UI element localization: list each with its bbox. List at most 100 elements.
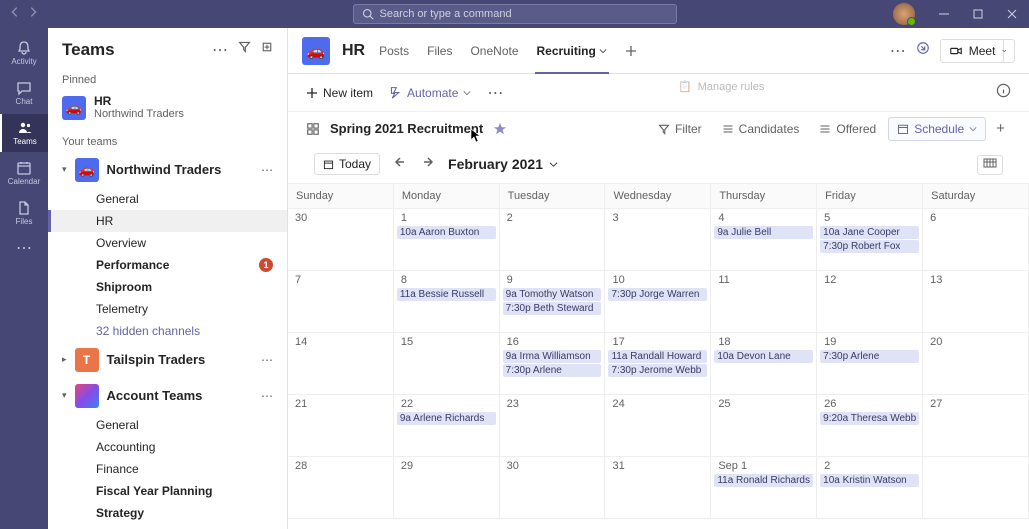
info-icon[interactable] bbox=[996, 83, 1011, 103]
calendar-day[interactable]: 6 bbox=[923, 209, 1029, 271]
calendar-day[interactable]: 229a Arlene Richards bbox=[394, 395, 500, 457]
maximize-button[interactable] bbox=[961, 0, 995, 28]
calendar-day[interactable]: 49a Julie Bell bbox=[711, 209, 817, 271]
calendar-day[interactable]: 20 bbox=[923, 333, 1029, 395]
tab-recruiting[interactable]: Recruiting bbox=[535, 28, 610, 74]
channel-item[interactable]: General bbox=[48, 414, 287, 436]
today-button[interactable]: Today bbox=[314, 153, 380, 175]
rail-activity[interactable]: Activity bbox=[0, 34, 48, 72]
calendar-day[interactable]: 31 bbox=[605, 457, 711, 519]
channel-item[interactable]: Finance bbox=[48, 458, 287, 480]
calendar-day[interactable]: 210a Kristin Watson bbox=[817, 457, 923, 519]
team-northwind[interactable]: ▾ 🚗 Northwind Traders ⋯ bbox=[48, 152, 287, 188]
rail-calendar[interactable]: Calendar bbox=[0, 154, 48, 192]
calendar-day[interactable]: 11 bbox=[711, 271, 817, 333]
calendar-day[interactable]: 1810a Devon Lane bbox=[711, 333, 817, 395]
back-button[interactable] bbox=[8, 5, 22, 24]
calendar-day[interactable]: 510a Jane Cooper7:30p Robert Fox bbox=[817, 209, 923, 271]
calendar-event[interactable]: 9a Tomothy Watson bbox=[503, 288, 602, 301]
minimize-button[interactable] bbox=[927, 0, 961, 28]
calendar-day[interactable] bbox=[923, 457, 1029, 519]
team-account[interactable]: ▾ Account Teams ⋯ bbox=[48, 378, 287, 414]
calendar-day[interactable]: 28 bbox=[288, 457, 394, 519]
calendar-day[interactable]: 24 bbox=[605, 395, 711, 457]
calendar-event[interactable]: 11a Randall Howard bbox=[608, 350, 707, 363]
calendar-day[interactable]: 169a Irma Williamson7:30p Arlene bbox=[500, 333, 606, 395]
team-more-icon[interactable]: ⋯ bbox=[261, 163, 273, 177]
calendar-day[interactable]: 29 bbox=[394, 457, 500, 519]
search-box[interactable]: Search or type a command bbox=[353, 4, 677, 24]
rail-teams[interactable]: Teams bbox=[0, 114, 48, 152]
tab-onenote[interactable]: OneNote bbox=[468, 28, 520, 74]
channel-item[interactable]: General bbox=[48, 188, 287, 210]
channel-item[interactable]: Fiscal Year Planning bbox=[48, 480, 287, 502]
calendar-day[interactable]: 107:30p Jorge Warren bbox=[605, 271, 711, 333]
team-tailspin[interactable]: ▸ T Tailspin Traders ⋯ bbox=[48, 342, 287, 378]
calendar-event[interactable]: 7:30p Beth Steward bbox=[503, 302, 602, 315]
calendar-event[interactable]: 7:30p Robert Fox bbox=[820, 240, 919, 253]
pinned-team[interactable]: 🚗 HR Northwind Traders bbox=[48, 90, 287, 132]
filter-icon[interactable] bbox=[238, 40, 251, 60]
add-tab-button[interactable] bbox=[623, 28, 639, 74]
calendar-day[interactable]: 1711a Randall Howard7:30p Jerome Webb bbox=[605, 333, 711, 395]
calendar-day[interactable]: 13 bbox=[923, 271, 1029, 333]
calendar-day[interactable]: 2 bbox=[500, 209, 606, 271]
channel-item[interactable]: Overview bbox=[48, 232, 287, 254]
calendar-event[interactable]: 7:30p Arlene bbox=[820, 350, 919, 363]
calendar-day[interactable]: 99a Tomothy Watson7:30p Beth Steward bbox=[500, 271, 606, 333]
view-schedule[interactable]: Schedule bbox=[888, 117, 986, 141]
channel-item[interactable]: HR bbox=[48, 210, 287, 232]
channel-item[interactable]: Telemetry bbox=[48, 298, 287, 320]
rail-chat[interactable]: Chat bbox=[0, 74, 48, 112]
calendar-event[interactable]: 9a Irma Williamson bbox=[503, 350, 602, 363]
tab-files[interactable]: Files bbox=[425, 28, 454, 74]
team-more-icon[interactable]: ⋯ bbox=[261, 353, 273, 367]
popout-icon[interactable] bbox=[916, 41, 930, 60]
calendar-day[interactable]: 30 bbox=[500, 457, 606, 519]
calendar-event[interactable]: 11a Bessie Russell bbox=[397, 288, 496, 301]
view-candidates[interactable]: Candidates bbox=[714, 118, 808, 140]
channel-item[interactable]: Accounting bbox=[48, 436, 287, 458]
calendar-event[interactable]: 7:30p Jerome Webb bbox=[608, 364, 707, 377]
calendar-event[interactable]: 10a Jane Cooper bbox=[820, 226, 919, 239]
prev-month-button[interactable] bbox=[392, 153, 408, 175]
calendar-day[interactable]: 30 bbox=[288, 209, 394, 271]
next-month-button[interactable] bbox=[420, 153, 436, 175]
calendar-day[interactable]: 7 bbox=[288, 271, 394, 333]
automate-button[interactable]: Automate bbox=[389, 86, 471, 100]
team-more-icon[interactable]: ⋯ bbox=[261, 389, 273, 403]
view-density-button[interactable] bbox=[977, 155, 1003, 175]
calendar-day[interactable]: 21 bbox=[288, 395, 394, 457]
calendar-day[interactable]: 3 bbox=[605, 209, 711, 271]
forward-button[interactable] bbox=[26, 5, 40, 24]
filter-button[interactable]: Filter bbox=[650, 118, 710, 140]
calendar-event[interactable]: 9a Arlene Richards bbox=[397, 412, 496, 425]
month-picker[interactable]: February 2021 bbox=[448, 156, 558, 172]
channel-item[interactable]: 6 hidden channels bbox=[48, 524, 287, 529]
tab-posts[interactable]: Posts bbox=[377, 28, 411, 74]
calendar-day[interactable]: 269:20a Theresa Webb bbox=[817, 395, 923, 457]
calendar-event[interactable]: 9:20a Theresa Webb bbox=[820, 412, 919, 425]
calendar-day[interactable]: 14 bbox=[288, 333, 394, 395]
calendar-day[interactable]: 27 bbox=[923, 395, 1029, 457]
more-options[interactable]: ⋯ bbox=[890, 41, 906, 61]
channel-item[interactable]: Shiproom bbox=[48, 276, 287, 298]
calendar-event[interactable]: 11a Ronald Richards bbox=[714, 474, 813, 487]
calendar-event[interactable]: 9a Julie Bell bbox=[714, 226, 813, 239]
calendar-event[interactable]: 10a Kristin Watson bbox=[820, 474, 919, 487]
rail-files[interactable]: Files bbox=[0, 194, 48, 232]
calendar-day[interactable]: 15 bbox=[394, 333, 500, 395]
star-icon[interactable] bbox=[493, 122, 507, 136]
add-view-button[interactable]: + bbox=[990, 116, 1011, 141]
meet-dropdown[interactable]: ⌄ bbox=[994, 39, 1015, 63]
calendar-event[interactable]: 10a Devon Lane bbox=[714, 350, 813, 363]
calendar-day[interactable]: 110a Aaron Buxton bbox=[394, 209, 500, 271]
profile-avatar[interactable] bbox=[893, 3, 915, 25]
channel-item[interactable]: Strategy bbox=[48, 502, 287, 524]
calendar-event[interactable]: 7:30p Jorge Warren bbox=[608, 288, 707, 301]
channel-item[interactable]: Performance1 bbox=[48, 254, 287, 276]
toolbar-more[interactable]: ⋯ bbox=[487, 83, 503, 103]
calendar-day[interactable]: 23 bbox=[500, 395, 606, 457]
rail-more[interactable]: ⋯ bbox=[16, 238, 32, 258]
calendar-day[interactable]: 811a Bessie Russell bbox=[394, 271, 500, 333]
